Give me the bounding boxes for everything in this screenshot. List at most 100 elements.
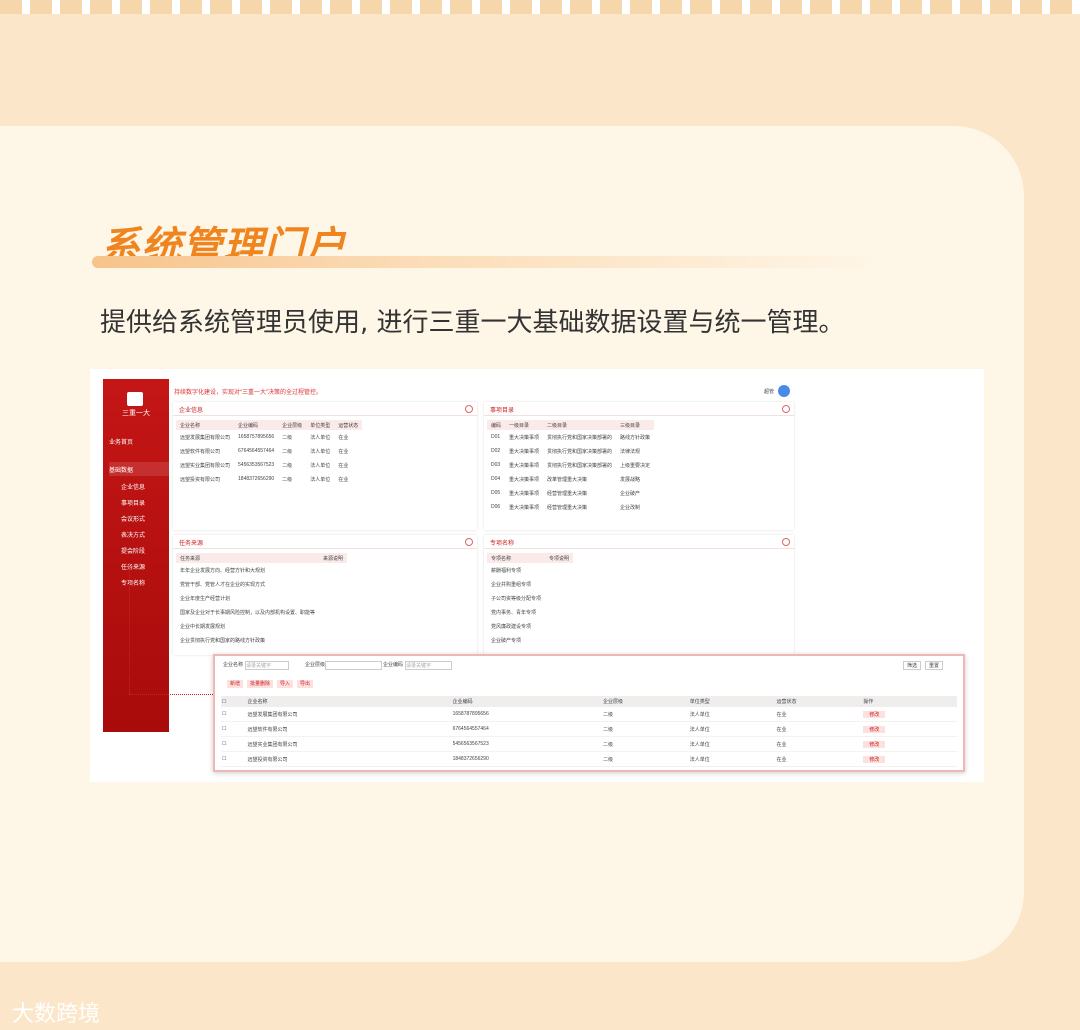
avatar[interactable]	[778, 385, 790, 397]
menu-home[interactable]: 业务首页	[109, 437, 133, 446]
notice-text: 持续数字化建设，实现对“三重一大”决策的全过程管控。	[174, 390, 322, 396]
table-row[interactable]: 企业年度生产经营计划	[176, 591, 347, 605]
table-row[interactable]: 企业中长期发展规划	[176, 619, 347, 633]
submenu-special[interactable]: 专项名称	[121, 578, 145, 587]
submenu-meeting[interactable]: 会议形式	[121, 514, 145, 523]
column-header: 专项说明	[545, 553, 574, 563]
filter-name-input[interactable]: 请录关键字	[245, 661, 289, 670]
table-row[interactable]: 远望软件有限公司 6764564557464 二级 法人单位 在业	[176, 444, 362, 458]
column-header: 专项名称	[487, 553, 546, 563]
table-cell: 二级	[282, 448, 293, 455]
table-row[interactable]: 子公司资等级分配专项	[487, 591, 573, 605]
table-row[interactable]: 年年企业发展方向、经营方针和大规划	[176, 563, 347, 577]
table-cell: 在业	[775, 736, 863, 752]
column-header: 企业编码	[451, 696, 602, 707]
filter-label-level: 企业层级	[305, 662, 326, 668]
table-row[interactable]: 企业贯彻执行党和国家的路线方针政策	[176, 633, 347, 647]
export-button[interactable]: 导出	[297, 680, 314, 688]
user-name[interactable]: 超管	[764, 388, 774, 395]
table-row[interactable]: D03 重大决策事项 贯彻执行党和国家决策部署的 上级重要决定	[487, 458, 654, 472]
action-cell: 修改	[862, 721, 957, 737]
table-cell: 在业	[775, 721, 863, 737]
table-cell: 二级	[282, 476, 293, 483]
table-cell: 远望投资有限公司	[246, 751, 452, 767]
table-row[interactable]: 远望实业集团有限公司 5456353567523 二级 法人单位 在业	[176, 458, 362, 472]
row-checkbox[interactable]: ☐	[221, 721, 247, 737]
filter-code-input[interactable]: 请录关键字	[405, 661, 452, 670]
edit-button[interactable]: 修改	[863, 710, 886, 718]
table-cell: 经营管理重大决策	[547, 504, 588, 511]
reset-button[interactable]: 重置	[925, 661, 943, 670]
table-cell: 二级	[601, 736, 689, 752]
table-row[interactable]: 企业破产专项	[487, 633, 573, 647]
close-icon[interactable]	[782, 405, 790, 413]
table-cell: 远望实业集团有限公司	[180, 462, 231, 469]
table-row[interactable]: 党风廉政建设专项	[487, 619, 573, 633]
table-row[interactable]: D02 重大决策事项 贯彻执行党和国家决策部署的 法律法规	[487, 444, 654, 458]
source-panel: 任务来源 任务来源 来源说明 年年企业发展方向、经营方针和大规划 党管干部、党管人才在…	[173, 535, 477, 655]
table-cell: 法人单位	[688, 721, 776, 737]
close-icon[interactable]	[465, 538, 473, 546]
column-header: 二级目录	[543, 420, 617, 430]
column-header: 企业名称	[246, 696, 452, 707]
filter-level-select[interactable]	[325, 661, 382, 670]
query-button[interactable]: 筛选	[903, 661, 921, 670]
table-cell: 远望发展集团有限公司	[246, 707, 452, 722]
select-all-checkbox[interactable]: ☐	[221, 696, 247, 707]
batch-delete-button[interactable]: 批量删除	[247, 680, 274, 688]
edit-button[interactable]: 修改	[863, 740, 886, 748]
table-cell: 二级	[601, 721, 689, 737]
table-cell: 发展战略	[620, 476, 641, 483]
table-row[interactable]: D01 重大决策事项 贯彻执行党和国家决策部署的 路线方针政策	[487, 430, 654, 444]
submenu-company[interactable]: 企业信息	[121, 482, 145, 491]
table-row[interactable]: 国家及企业对于长事期风险控制，以及内部机构设置、职能等	[176, 605, 347, 619]
table-cell: 在业	[775, 751, 863, 767]
column-header: 任务来源	[176, 553, 320, 563]
table-cell: 党内事务、青年专项	[491, 609, 537, 616]
table-cell: 远望软件有限公司	[180, 448, 221, 455]
table-row[interactable]: D06 重大决策事项 经营管理重大决策 企业改制	[487, 500, 654, 514]
table-cell: D05	[491, 490, 501, 496]
catalog-panel: 事项目录 编码 一级目录 二级目录 三级目录 D01 重大决策事项 贯彻执行党和国家决策部署…	[484, 402, 794, 530]
submenu-vote[interactable]: 表决方式	[121, 530, 145, 539]
submenu-source[interactable]: 任务来源	[121, 562, 145, 571]
table-cell: 上级重要决定	[620, 462, 651, 469]
table-cell: 1658787895656	[451, 707, 602, 722]
menu-base-data[interactable]: 基础数据	[109, 465, 133, 474]
add-button[interactable]: 新增	[227, 680, 244, 688]
column-header: 企业层级	[601, 696, 689, 707]
import-button[interactable]: 导入	[277, 680, 294, 688]
table-cell: 重大决策事项	[509, 490, 540, 497]
catalog-table: 编码 一级目录 二级目录 三级目录 D01 重大决策事项 贯彻执行党和国家决策部署的 路线方针…	[487, 420, 655, 514]
table-row[interactable]: D04 重大决策事项 改革管理重大决策 发展战略	[487, 472, 654, 486]
edit-button[interactable]: 修改	[863, 725, 886, 733]
row-checkbox[interactable]: ☐	[221, 751, 247, 767]
table-row[interactable]: 远望投资有限公司 1848372656290 二级 法人单位 在业	[176, 472, 362, 486]
table-cell: 法人单位	[688, 707, 776, 722]
table-cell: 国家及企业对于长事期风险控制，以及内部机构设置、职能等	[180, 609, 316, 616]
submenu-catalog[interactable]: 事项目录	[121, 498, 145, 507]
table-row[interactable]: 薪酬福利专项	[487, 563, 573, 577]
table-cell: 路线方针政策	[620, 434, 651, 441]
row-checkbox[interactable]: ☐	[221, 707, 247, 722]
table-row[interactable]: 党管干部、党管人才在企业的实现方式	[176, 577, 347, 591]
table-cell: 远望发展集团有限公司	[180, 434, 231, 441]
table-cell: D03	[491, 462, 501, 468]
table-row[interactable]: 企业并购重组专项	[487, 577, 573, 591]
table-cell: 贯彻执行党和国家决策部署的	[547, 448, 613, 455]
table-cell: D04	[491, 476, 501, 482]
table-row[interactable]: 远望发展集团有限公司 1658757895656 二级 法人单位 在业	[176, 430, 362, 444]
table-row[interactable]: 党内事务、青年专项	[487, 605, 573, 619]
table-cell: 在业	[338, 448, 349, 455]
close-icon[interactable]	[465, 405, 473, 413]
table-cell: 二级	[601, 707, 689, 722]
table-row[interactable]: D05 重大决策事项 经营管理重大决策 企业破产	[487, 486, 654, 500]
connector-line	[129, 564, 131, 694]
submenu-stage[interactable]: 提会阶段	[121, 546, 145, 555]
table-cell: 企业破产专项	[491, 637, 522, 644]
table-cell: 重大决策事项	[509, 476, 540, 483]
row-checkbox[interactable]: ☐	[221, 736, 247, 752]
close-icon[interactable]	[782, 538, 790, 546]
modal-table: ☐ 企业名称 企业编码 企业层级 单位类型 运营状态 操作 ☐ 远望发展集团有限公司 165878…	[221, 696, 957, 767]
edit-button[interactable]: 修改	[863, 755, 886, 763]
